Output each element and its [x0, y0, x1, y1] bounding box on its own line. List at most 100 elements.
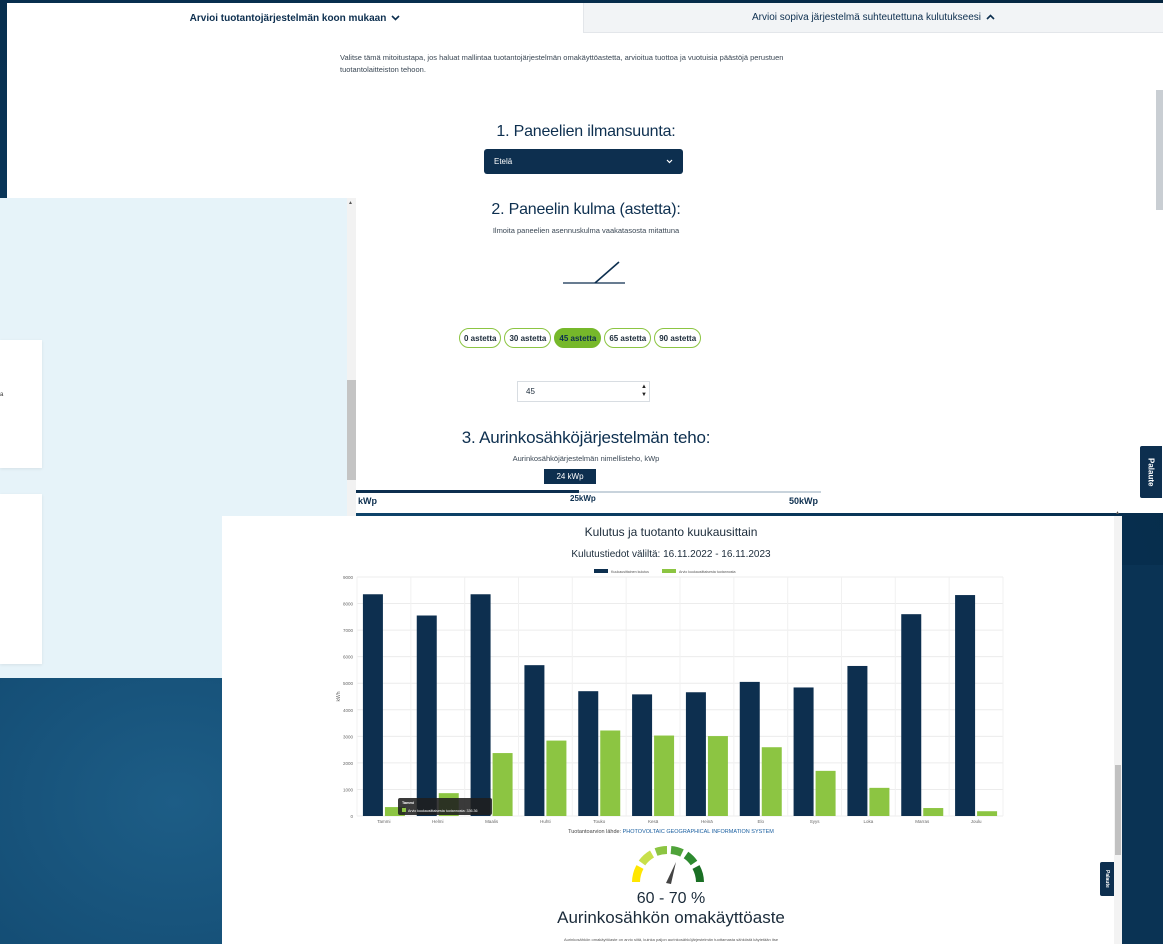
gauge-description: Aurinkosähkön omakäyttöaste on arvio sii…: [563, 937, 779, 942]
slider-label-mid: 25kWp: [570, 494, 596, 503]
y-tick-label: 8000: [343, 602, 354, 607]
x-tick-label: Touko: [593, 819, 606, 824]
chevron-down-icon: [666, 157, 673, 166]
x-tick-label: Heinä: [701, 819, 713, 824]
section3-subtitle: Aurinkosähköjärjestelmän nimellisteho, k…: [512, 454, 660, 463]
bar-kulutus: [578, 691, 599, 816]
legend-label-kulutus: Kuukausittainen kulutus: [611, 570, 649, 574]
bar-kulutus: [847, 665, 868, 816]
side-panel-scroll-thumb[interactable]: [347, 380, 356, 480]
bar-kulutus: [524, 665, 545, 816]
x-tick-label: Maalis: [485, 819, 499, 824]
angle-option-90[interactable]: 90 astetta: [654, 328, 702, 348]
legend-swatch-tuotanto: [662, 569, 676, 573]
side-card: [0, 494, 42, 664]
y-tick-label: 4000: [343, 708, 354, 713]
angle-option-30[interactable]: 30 astetta: [504, 328, 552, 348]
legend-label-tuotanto: Arvio kuukausittaisesta tuotannosta: [679, 570, 736, 574]
x-tick-label: Helmi: [432, 819, 444, 824]
spinner-icon[interactable]: ▲ ▼: [641, 383, 647, 399]
bar-tuotanto: [815, 770, 836, 816]
chart-source-prefix: Tuotantoarvion lähde:: [568, 829, 622, 835]
power-slider-fill: [356, 490, 580, 493]
section2-subtitle: Ilmoita paneelien asennuskulma vaakataso…: [492, 226, 680, 235]
bar-tuotanto: [761, 747, 782, 816]
bar-kulutus: [793, 687, 814, 816]
gauge-icon: [632, 846, 704, 884]
angle-option-0[interactable]: 0 astetta: [459, 328, 502, 348]
bar-tuotanto: [923, 808, 944, 816]
x-tick-label: Syys: [810, 819, 821, 824]
chart-source: Tuotantoarvion lähde: PHOTOVOLTAIC GEOGR…: [222, 829, 1120, 835]
y-axis-label: kWh: [336, 691, 342, 701]
intro-text: Valitse tämä mitoitustapa, jos haluat ma…: [340, 53, 784, 74]
bar-kulutus: [416, 615, 437, 816]
legend-swatch-kulutus: [594, 569, 608, 573]
tooltip-value: Arvio kuukausittaisesta tuotannosta: 336…: [408, 809, 478, 813]
x-tick-label: Huhti: [540, 819, 551, 824]
y-tick-label: 5000: [343, 681, 354, 686]
x-tick-label: Tammi: [377, 819, 390, 824]
power-value-badge: 24 kWp: [544, 469, 596, 484]
bar-kulutus: [470, 594, 491, 816]
angle-number-input[interactable]: 45 ▲ ▼: [517, 381, 650, 402]
direction-select-value: Etelä: [494, 157, 513, 166]
feedback-button[interactable]: Palaute: [1140, 446, 1162, 498]
tab-bar: Arvioi tuotantojärjestelmän koon mukaan …: [7, 3, 1163, 33]
tab-size-based-label: Arvioi tuotantojärjestelmän koon mukaan: [189, 12, 387, 24]
gauge-title: Aurinkosähkön omakäyttöaste: [557, 908, 785, 927]
slider-label-min: kWp: [358, 496, 377, 506]
angle-option-45[interactable]: 45 astetta: [554, 328, 602, 348]
gauge-value: 60 - 70 %: [636, 890, 706, 907]
bar-tuotanto: [654, 735, 675, 816]
x-tick-label: Elo: [757, 819, 764, 824]
page-scrollbar[interactable]: [1156, 90, 1163, 210]
bar-tuotanto: [546, 740, 567, 816]
scroll-up-icon[interactable]: ▲: [1115, 510, 1120, 516]
x-tick-label: Kesä: [648, 819, 659, 824]
bar-tuotanto: [977, 811, 998, 816]
direction-select[interactable]: Etelä: [484, 149, 683, 174]
x-tick-label: Marras: [915, 819, 930, 824]
angle-option-65[interactable]: 65 astetta: [604, 328, 652, 348]
y-tick-label: 7000: [343, 628, 354, 633]
section3-title: 3. Aurinkosähköjärjestelmän teho:: [461, 428, 711, 447]
bar-tuotanto: [492, 753, 513, 816]
tab-consumption-based[interactable]: Arvioi sopiva järjestelmä suhteutettuna …: [583, 3, 1163, 33]
angle-number-value: 45: [526, 387, 535, 396]
background-strip: [1120, 565, 1163, 944]
chart-window-scrollbar[interactable]: [1114, 516, 1122, 944]
bar-kulutus: [632, 694, 653, 816]
bar-kulutus: [739, 681, 760, 816]
bar-tuotanto: [869, 787, 890, 816]
side-card-text: a: [0, 392, 4, 398]
feedback-label: Palaute: [1146, 457, 1156, 487]
bar-kulutus: [901, 614, 922, 816]
angle-illustration-icon: [563, 261, 625, 284]
scroll-up-icon[interactable]: ▲: [348, 200, 353, 206]
bar-tuotanto: [707, 736, 728, 816]
angle-options: 0 astetta 30 astetta 45 astetta 65 astet…: [459, 328, 702, 348]
y-tick-label: 9000: [343, 575, 354, 580]
slider-label-max: 50kWp: [789, 496, 819, 506]
bar-kulutus: [362, 594, 383, 816]
y-tick-label: 3000: [343, 734, 354, 739]
bar-tuotanto: [600, 730, 621, 816]
chevron-down-icon: [391, 13, 400, 24]
tab-consumption-based-label: Arvioi sopiva järjestelmä suhteutettuna …: [751, 12, 981, 23]
y-tick-label: 2000: [343, 761, 354, 766]
chart-window-scroll-thumb[interactable]: [1115, 765, 1121, 855]
y-tick-label: 6000: [343, 655, 354, 660]
bar-chart: 0 1000 2000 3000 4000 5000 6000 7000 8000 9000 kWh…: [336, 569, 1004, 824]
side-card: a: [0, 340, 42, 468]
y-tick-label: 1000: [343, 787, 354, 792]
bar-kulutus: [685, 692, 706, 816]
y-tick-label: 0: [350, 814, 353, 819]
tab-size-based[interactable]: Arvioi tuotantojärjestelmän koon mukaan: [7, 3, 583, 33]
x-tick-label: Loka: [864, 819, 874, 824]
chart-source-link[interactable]: PHOTOVOLTAIC GEOGRAPHICAL INFORMATION SY…: [623, 829, 774, 835]
tooltip-title: Tammi: [402, 801, 414, 805]
feedback-button[interactable]: Palaute: [1100, 862, 1114, 896]
feedback-label: Palaute: [1104, 870, 1110, 888]
x-tick-label: Joulu: [971, 819, 982, 824]
